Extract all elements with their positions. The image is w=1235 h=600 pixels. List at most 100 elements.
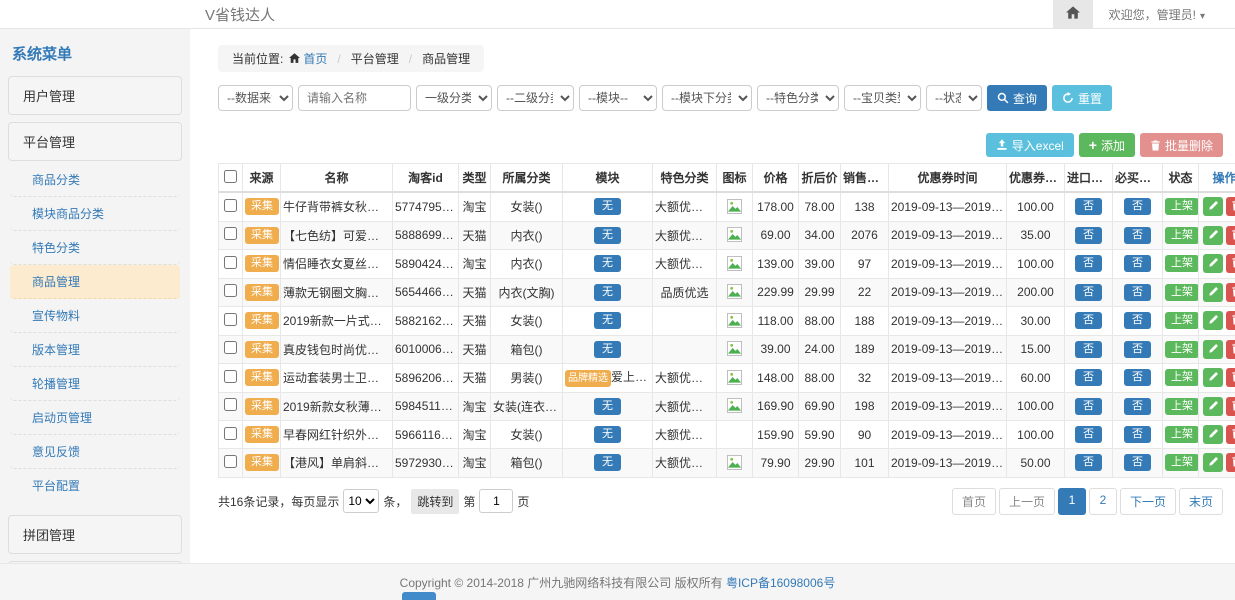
filter-select-item-type[interactable]: --宝贝类型-- bbox=[844, 85, 921, 111]
delete-button[interactable] bbox=[1226, 397, 1235, 416]
status-badge[interactable]: 上架 bbox=[1165, 312, 1199, 329]
status-badge[interactable]: 上架 bbox=[1165, 198, 1199, 215]
filter-select-module-subcategory[interactable]: --模块下分类-- bbox=[662, 85, 752, 111]
status-badge[interactable]: 上架 bbox=[1165, 454, 1199, 471]
icp-link[interactable]: 粤ICP备16098006号 bbox=[726, 574, 835, 591]
must-buy-toggle-badge[interactable]: 否 bbox=[1124, 426, 1151, 443]
add-button[interactable]: + 添加 bbox=[1079, 133, 1135, 157]
must-buy-toggle-badge[interactable]: 否 bbox=[1124, 312, 1151, 329]
import-toggle-badge[interactable]: 否 bbox=[1075, 284, 1102, 301]
delete-button[interactable] bbox=[1226, 197, 1235, 216]
sidebar-section-header-0[interactable]: 用户管理 bbox=[8, 76, 182, 115]
row-checkbox[interactable] bbox=[224, 227, 237, 240]
must-buy-toggle-badge[interactable]: 否 bbox=[1124, 369, 1151, 386]
row-checkbox[interactable] bbox=[224, 284, 237, 297]
must-buy-toggle-badge[interactable]: 否 bbox=[1124, 198, 1151, 215]
sidebar-item[interactable]: 商品分类 bbox=[10, 163, 180, 197]
delete-button[interactable] bbox=[1226, 340, 1235, 359]
import-toggle-badge[interactable]: 否 bbox=[1075, 312, 1102, 329]
edit-button[interactable] bbox=[1203, 254, 1223, 273]
edit-button[interactable] bbox=[1203, 311, 1223, 330]
sidebar-section-header-2[interactable]: 拼团管理 bbox=[8, 515, 182, 554]
edit-button[interactable] bbox=[1203, 397, 1223, 416]
delete-button[interactable] bbox=[1226, 226, 1235, 245]
page-number-input[interactable] bbox=[479, 489, 513, 513]
pager-button-首页[interactable]: 首页 bbox=[952, 488, 996, 515]
pager-button-上一页[interactable]: 上一页 bbox=[999, 488, 1055, 515]
user-menu[interactable]: 欢迎您，管理员!▾ bbox=[1093, 6, 1235, 23]
pager-button-下一页[interactable]: 下一页 bbox=[1120, 488, 1176, 515]
status-badge[interactable]: 上架 bbox=[1165, 341, 1199, 358]
filter-select-level2-category[interactable]: --二级分类-- bbox=[497, 85, 574, 111]
sidebar-item[interactable]: 特色分类 bbox=[10, 231, 180, 265]
delete-button[interactable] bbox=[1226, 254, 1235, 273]
breadcrumb-home-link[interactable]: 首页 bbox=[289, 50, 327, 67]
import-toggle-badge[interactable]: 否 bbox=[1075, 255, 1102, 272]
sidebar-item[interactable]: 平台配置 bbox=[10, 469, 180, 502]
import-excel-button[interactable]: 导入excel bbox=[986, 133, 1074, 157]
sidebar-item[interactable]: 模块商品分类 bbox=[10, 197, 180, 231]
row-checkbox[interactable] bbox=[224, 313, 237, 326]
delete-button[interactable] bbox=[1226, 283, 1235, 302]
row-checkbox[interactable] bbox=[224, 341, 237, 354]
status-badge[interactable]: 上架 bbox=[1165, 284, 1199, 301]
row-checkbox[interactable] bbox=[224, 398, 237, 411]
row-checkbox[interactable] bbox=[224, 199, 237, 212]
edit-button[interactable] bbox=[1203, 340, 1223, 359]
must-buy-toggle-badge[interactable]: 否 bbox=[1124, 341, 1151, 358]
status-badge[interactable]: 上架 bbox=[1165, 369, 1199, 386]
status-badge[interactable]: 上架 bbox=[1165, 255, 1199, 272]
per-page-select[interactable]: 10 bbox=[343, 489, 379, 513]
filter-select-status[interactable]: --状态-- bbox=[926, 85, 982, 111]
edit-button[interactable] bbox=[1203, 425, 1223, 444]
import-toggle-badge[interactable]: 否 bbox=[1075, 426, 1102, 443]
must-buy-toggle-badge[interactable]: 否 bbox=[1124, 454, 1151, 471]
must-buy-toggle-badge[interactable]: 否 bbox=[1124, 284, 1151, 301]
must-buy-toggle-badge[interactable]: 否 bbox=[1124, 227, 1151, 244]
import-toggle-badge[interactable]: 否 bbox=[1075, 369, 1102, 386]
status-badge[interactable]: 上架 bbox=[1165, 426, 1199, 443]
filter-select-level1-category[interactable]: 一级分类 bbox=[416, 85, 492, 111]
reset-button[interactable]: 重置 bbox=[1052, 85, 1112, 111]
pager-button-末页[interactable]: 末页 bbox=[1179, 488, 1223, 515]
row-checkbox[interactable] bbox=[224, 427, 237, 440]
delete-button[interactable] bbox=[1226, 368, 1235, 387]
import-toggle-badge[interactable]: 否 bbox=[1075, 198, 1102, 215]
must-buy-toggle-badge[interactable]: 否 bbox=[1124, 255, 1151, 272]
filter-select-feature-category[interactable]: --特色分类-- bbox=[757, 85, 839, 111]
filter-select-module[interactable]: --模块-- bbox=[579, 85, 657, 111]
status-badge[interactable]: 上架 bbox=[1165, 398, 1199, 415]
import-toggle-badge[interactable]: 否 bbox=[1075, 341, 1102, 358]
sidebar-section-header-1[interactable]: 平台管理 bbox=[8, 122, 182, 161]
filter-select-data-source[interactable]: --数据来源-- bbox=[218, 85, 293, 111]
edit-button[interactable] bbox=[1203, 453, 1223, 472]
edit-button[interactable] bbox=[1203, 197, 1223, 216]
pager-button-1[interactable]: 1 bbox=[1058, 488, 1086, 515]
sidebar-item[interactable]: 版本管理 bbox=[10, 333, 180, 367]
pager-button-2[interactable]: 2 bbox=[1089, 488, 1117, 515]
delete-button[interactable] bbox=[1226, 425, 1235, 444]
delete-button[interactable] bbox=[1226, 311, 1235, 330]
edit-button[interactable] bbox=[1203, 226, 1223, 245]
delete-button[interactable] bbox=[1226, 453, 1235, 472]
sidebar-item[interactable]: 轮播管理 bbox=[10, 367, 180, 401]
sidebar-item[interactable]: 宣传物料 bbox=[10, 299, 180, 333]
home-button[interactable] bbox=[1053, 0, 1093, 28]
jump-to-button[interactable]: 跳转到 bbox=[411, 489, 459, 514]
filter-name-input[interactable] bbox=[298, 85, 411, 111]
status-badge[interactable]: 上架 bbox=[1165, 227, 1199, 244]
edit-button[interactable] bbox=[1203, 283, 1223, 302]
sidebar-item[interactable]: 商品管理 bbox=[10, 265, 180, 299]
import-toggle-badge[interactable]: 否 bbox=[1075, 398, 1102, 415]
search-button[interactable]: 查询 bbox=[987, 85, 1047, 111]
row-checkbox[interactable] bbox=[224, 455, 237, 468]
edit-button[interactable] bbox=[1203, 368, 1223, 387]
import-toggle-badge[interactable]: 否 bbox=[1075, 454, 1102, 471]
select-all-checkbox[interactable] bbox=[224, 170, 237, 183]
batch-delete-button[interactable]: 批量删除 bbox=[1140, 133, 1223, 157]
row-checkbox[interactable] bbox=[224, 370, 237, 383]
must-buy-toggle-badge[interactable]: 否 bbox=[1124, 398, 1151, 415]
sidebar-item[interactable]: 意见反馈 bbox=[10, 435, 180, 469]
import-toggle-badge[interactable]: 否 bbox=[1075, 227, 1102, 244]
row-checkbox[interactable] bbox=[224, 256, 237, 269]
